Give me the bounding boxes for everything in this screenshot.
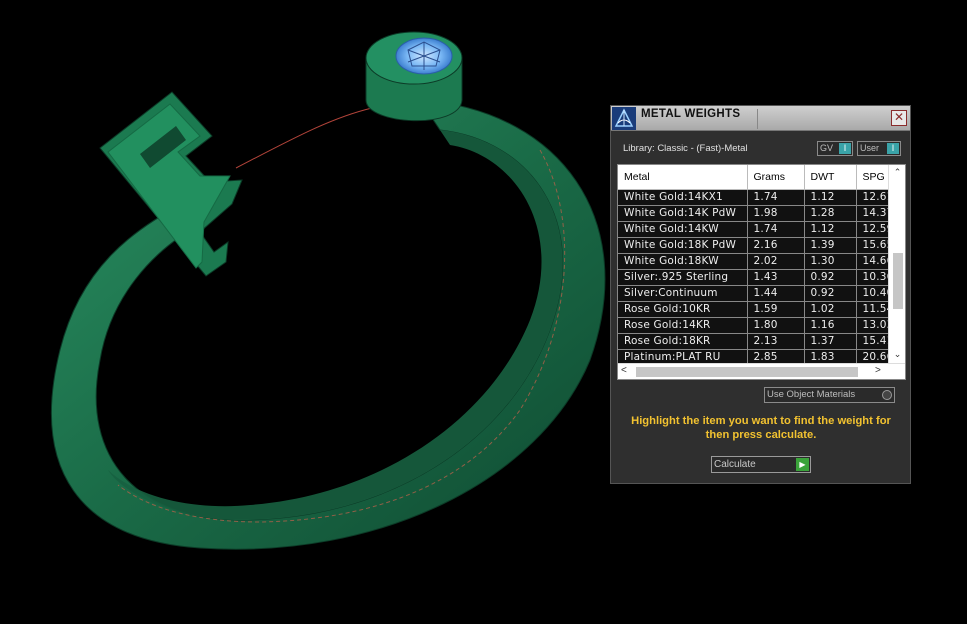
instruction-text: Highlight the item you want to find the …: [631, 415, 891, 441]
horizontal-scroll-thumb[interactable]: [636, 367, 858, 377]
cell-spg: 10.36: [856, 269, 888, 286]
table-row[interactable]: Rose Gold:18KR2.131.3715.41: [618, 333, 888, 350]
cell-metal: White Gold:18K PdW: [618, 237, 748, 254]
cell-dwt: 1.39: [804, 237, 857, 254]
cell-spg: 15.41: [856, 333, 888, 350]
column-header-metal[interactable]: Metal: [618, 165, 748, 190]
cell-spg: 15.65: [856, 237, 888, 254]
cell-spg: 12.59: [856, 221, 888, 238]
cell-metal: Silver:Continuum: [618, 285, 748, 302]
use-object-materials-label: Use Object Materials: [767, 389, 856, 400]
cell-metal: Platinum:PLAT RU: [618, 349, 748, 363]
scroll-down-icon[interactable]: ⌄: [891, 349, 904, 361]
scroll-right-icon[interactable]: >: [875, 365, 887, 378]
scroll-up-icon[interactable]: ⌃: [891, 167, 904, 179]
metal-table: Metal Grams DWT SPG White Gold:14KX1 1.74…: [617, 164, 906, 380]
horizontal-scrollbar[interactable]: < >: [618, 363, 905, 379]
vertical-scroll-thumb[interactable]: [893, 253, 903, 309]
cell-metal: White Gold:18KW: [618, 253, 748, 270]
user-toggle-knob: I: [887, 143, 899, 154]
cell-dwt: 1.30: [804, 253, 857, 270]
bezel-setting: [365, 31, 463, 122]
panel-title: METAL WEIGHTS: [641, 108, 741, 120]
user-toggle-label: User: [860, 143, 880, 153]
calculate-label: Calculate: [714, 459, 756, 470]
cell-spg: 14.37: [856, 205, 888, 222]
table-row[interactable]: White Gold:14KW1.741.1212.59: [618, 221, 888, 238]
close-icon: ✕: [893, 110, 905, 124]
cell-spg: 10.40: [856, 285, 888, 302]
table-row[interactable]: White Gold:14K PdW1.981.2814.37: [618, 205, 888, 222]
column-header-dwt[interactable]: DWT: [804, 165, 857, 190]
guide-curve: [235, 107, 373, 169]
cell-spg: 20.66: [856, 349, 888, 363]
cell-spg: 11.54: [856, 301, 888, 318]
column-header-spg[interactable]: SPG: [856, 165, 888, 190]
cell-grams: 1.98: [747, 205, 805, 222]
play-arrow-icon: ▶: [796, 458, 809, 471]
cell-metal: Rose Gold:14KR: [618, 317, 748, 334]
cell-grams: 1.59: [747, 301, 805, 318]
table-header-row: Metal Grams DWT SPG: [618, 165, 888, 190]
cell-grams: 1.74: [747, 221, 805, 238]
cell-spg: 14.66: [856, 253, 888, 270]
radio-icon: [882, 390, 892, 400]
cell-dwt: 1.83: [804, 349, 857, 363]
metal-weights-panel: METAL WEIGHTS ✕ Library: Classic - (Fast…: [610, 105, 911, 484]
panel-titlebar[interactable]: METAL WEIGHTS ✕: [611, 106, 910, 131]
table-row[interactable]: Rose Gold:14KR1.801.1613.03: [618, 317, 888, 334]
cell-dwt: 1.12: [804, 221, 857, 238]
cell-spg: 12.61: [856, 189, 888, 206]
gv-toggle[interactable]: GV I: [817, 141, 853, 156]
table-row[interactable]: Silver:Continuum1.440.9210.40: [618, 285, 888, 302]
cell-metal: Silver:.925 Sterling: [618, 269, 748, 286]
gv-toggle-knob: I: [839, 143, 851, 154]
table-row[interactable]: White Gold:14KX11.741.1212.61: [618, 189, 888, 206]
scroll-left-icon[interactable]: <: [621, 365, 633, 378]
cell-grams: 2.02: [747, 253, 805, 270]
cell-dwt: 0.92: [804, 285, 857, 302]
table-row[interactable]: Platinum:PLAT RU2.851.8320.66: [618, 349, 888, 363]
ring-model[interactable]: [51, 31, 606, 550]
cell-dwt: 1.02: [804, 301, 857, 318]
calculate-button[interactable]: Calculate ▶: [711, 456, 811, 473]
table-row[interactable]: Rose Gold:10KR1.591.0211.54: [618, 301, 888, 318]
cell-grams: 1.43: [747, 269, 805, 286]
cell-grams: 2.85: [747, 349, 805, 363]
table-row[interactable]: White Gold:18KW2.021.3014.66: [618, 253, 888, 270]
close-button[interactable]: ✕: [891, 110, 907, 126]
cell-metal: White Gold:14KW: [618, 221, 748, 238]
cell-grams: 1.80: [747, 317, 805, 334]
cell-dwt: 1.28: [804, 205, 857, 222]
library-label: Library: Classic - (Fast)-Metal: [623, 143, 748, 154]
cell-dwt: 0.92: [804, 269, 857, 286]
user-toggle[interactable]: User I: [857, 141, 901, 156]
cell-dwt: 1.37: [804, 333, 857, 350]
cell-metal: Rose Gold:18KR: [618, 333, 748, 350]
cell-grams: 2.13: [747, 333, 805, 350]
cell-grams: 1.74: [747, 189, 805, 206]
cell-metal: White Gold:14KX1: [618, 189, 748, 206]
cell-metal: White Gold:14K PdW: [618, 205, 748, 222]
table-row[interactable]: Silver:.925 Sterling1.430.9210.36: [618, 269, 888, 286]
gv-toggle-label: GV: [820, 143, 834, 153]
cell-grams: 2.16: [747, 237, 805, 254]
column-header-grams[interactable]: Grams: [747, 165, 805, 190]
cell-dwt: 1.12: [804, 189, 857, 206]
cell-metal: Rose Gold:10KR: [618, 301, 748, 318]
table-row[interactable]: White Gold:18K PdW2.161.3915.65: [618, 237, 888, 254]
vertical-scrollbar[interactable]: ⌃ ⌄: [888, 165, 905, 363]
cell-dwt: 1.16: [804, 317, 857, 334]
app-logo-icon: [612, 107, 636, 130]
use-object-materials-toggle[interactable]: Use Object Materials: [764, 387, 895, 403]
cell-grams: 1.44: [747, 285, 805, 302]
title-divider: [757, 109, 758, 129]
cell-spg: 13.03: [856, 317, 888, 334]
metal-table-body: Metal Grams DWT SPG White Gold:14KX1 1.74…: [618, 165, 888, 363]
